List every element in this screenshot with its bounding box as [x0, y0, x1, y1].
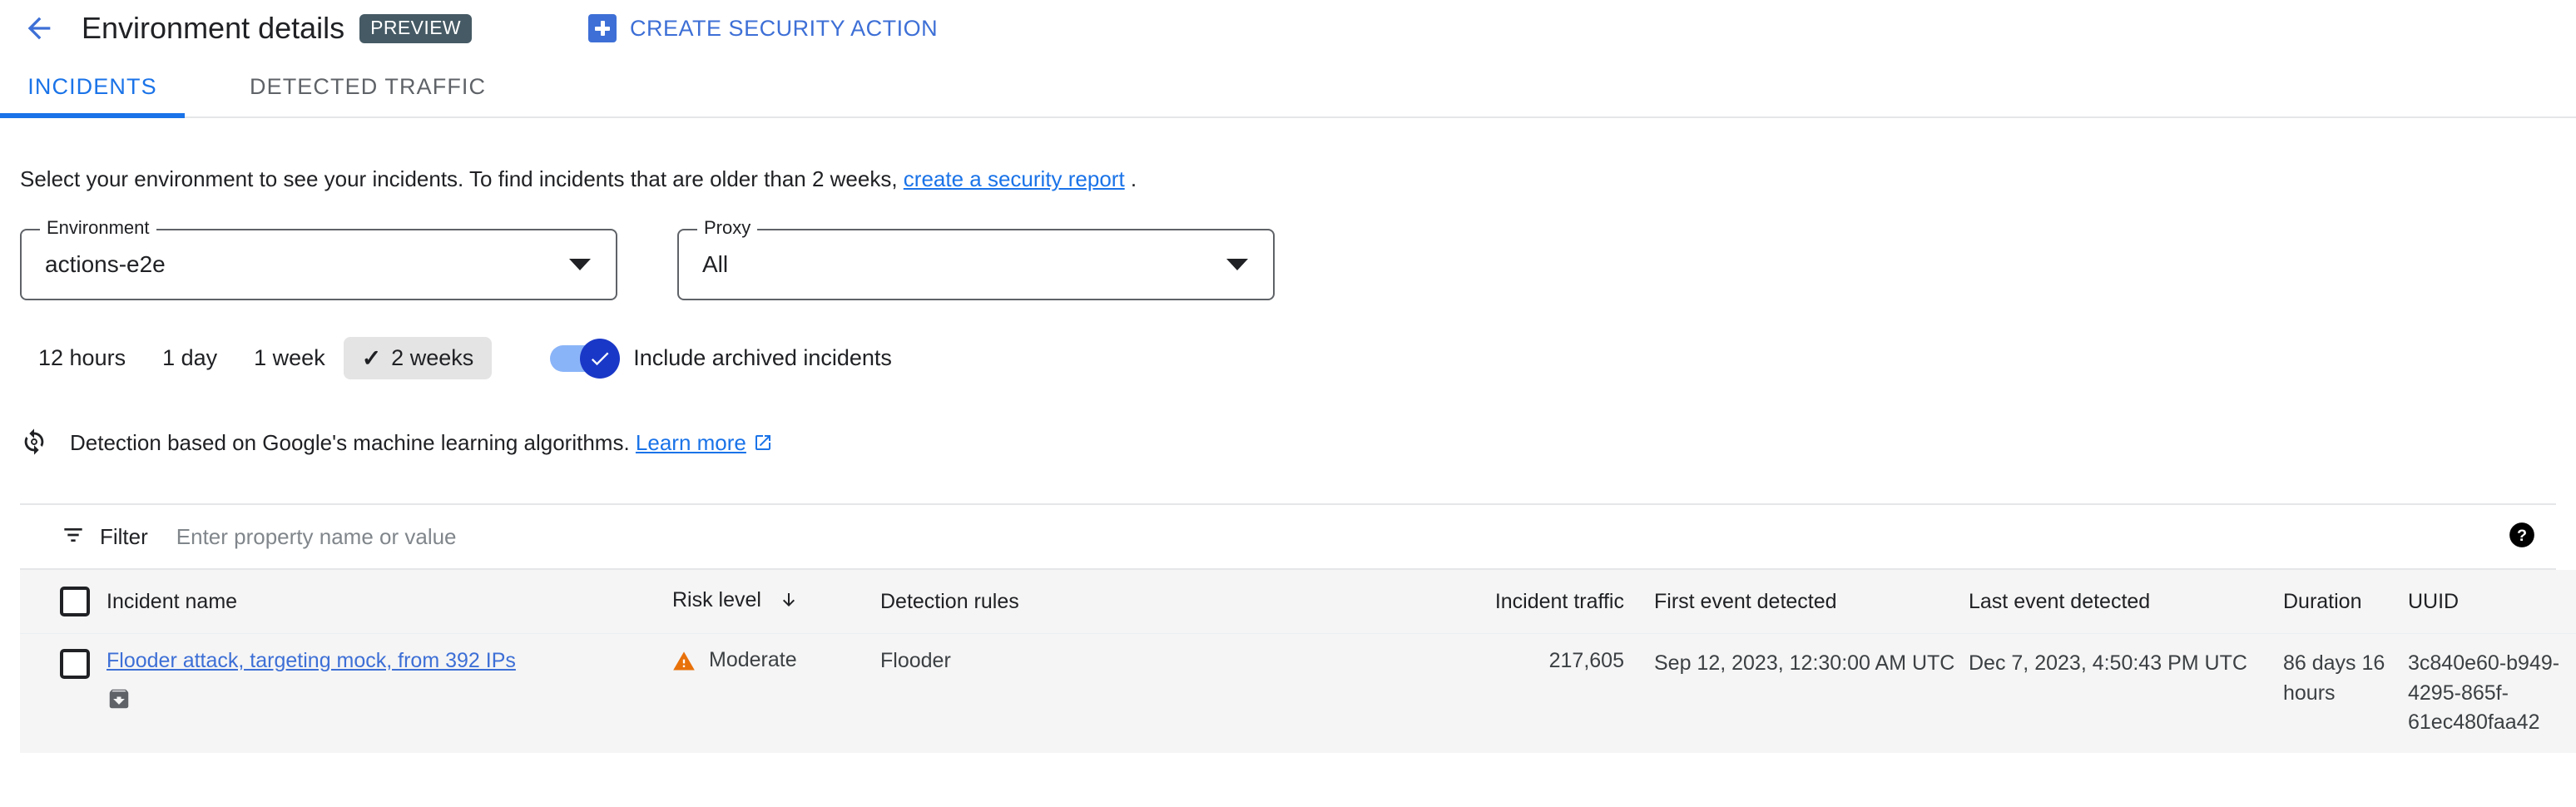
main-content: Select your environment to see your inci… — [0, 118, 2576, 753]
risk-level-label: Moderate — [709, 649, 797, 672]
incident-name-link[interactable]: Flooder attack, targeting mock, from 392… — [107, 649, 516, 673]
incidents-table-head: Incident name Risk level Detection rules… — [20, 570, 2576, 634]
range-chip-1-day-label: 1 day — [162, 345, 217, 371]
chevron-down-icon — [1226, 259, 1248, 270]
environment-select[interactable]: Environment actions-e2e — [20, 229, 617, 300]
proxy-select-label: Proxy — [697, 219, 757, 237]
create-security-report-link[interactable]: create a security report — [904, 166, 1125, 191]
filter-icon — [60, 522, 87, 552]
column-header-uuid[interactable]: UUID — [2408, 570, 2576, 634]
include-archived-toggle[interactable]: Include archived incidents — [550, 345, 892, 372]
tab-detected-traffic-label: DETECTED TRAFFIC — [250, 74, 486, 100]
page-title: Environment details — [82, 11, 344, 46]
incidents-table: Incident name Risk level Detection rules… — [20, 570, 2576, 753]
add-box-icon — [588, 14, 617, 42]
toggle-track — [550, 345, 613, 372]
incidents-table-body: Flooder attack, targeting mock, from 392… — [20, 634, 2576, 753]
column-header-risk-level-label: Risk level — [672, 588, 761, 611]
preview-badge: PREVIEW — [359, 14, 472, 43]
row-select-cell — [20, 634, 107, 753]
tab-incidents-label: INCIDENTS — [27, 74, 156, 100]
environment-select-label: Environment — [40, 219, 156, 237]
create-security-action-button[interactable]: CREATE SECURITY ACTION — [588, 14, 938, 42]
range-chip-1-week[interactable]: 1 week — [235, 337, 344, 379]
table-row[interactable]: Flooder attack, targeting mock, from 392… — [20, 634, 2576, 753]
cell-detection-rules: Flooder — [880, 634, 1413, 753]
create-security-action-label: CREATE SECURITY ACTION — [630, 16, 938, 42]
tab-bar: INCIDENTS DETECTED TRAFFIC — [0, 57, 2576, 118]
cell-duration: 86 days 16 hours — [2283, 634, 2408, 753]
environment-select-value: actions-e2e — [45, 251, 166, 278]
column-header-last-event-detected[interactable]: Last event detected — [1969, 570, 2283, 634]
cell-uuid: 3c840e60-b949-4295-865f-61ec480faa42 — [2408, 634, 2576, 753]
page-header: Environment details PREVIEW CREATE SECUR… — [0, 0, 2576, 57]
check-icon — [588, 347, 612, 370]
select-all-checkbox[interactable] — [60, 587, 90, 616]
warning-triangle-icon — [672, 650, 696, 679]
arrow-left-icon — [22, 12, 56, 45]
tab-detected-traffic[interactable]: DETECTED TRAFFIC — [225, 57, 511, 116]
range-chip-1-week-label: 1 week — [254, 345, 325, 371]
range-chip-1-day[interactable]: 1 day — [144, 337, 235, 379]
proxy-select-value: All — [702, 251, 728, 278]
back-button[interactable] — [15, 4, 63, 52]
include-archived-label: Include archived incidents — [633, 345, 892, 371]
filter-label: Filter — [100, 524, 148, 550]
ml-detection-text: Detection based on Google's machine lear… — [70, 430, 773, 458]
ml-detection-sentence: Detection based on Google's machine lear… — [70, 430, 630, 455]
cell-incident-name: Flooder attack, targeting mock, from 392… — [107, 634, 672, 753]
range-chip-12-hours-label: 12 hours — [38, 345, 126, 371]
svg-text:?: ? — [2517, 527, 2527, 545]
help-icon[interactable]: ? — [2508, 521, 2536, 553]
filter-input[interactable] — [176, 524, 2508, 550]
toggle-knob — [580, 339, 620, 379]
ml-detection-icon — [20, 428, 48, 460]
column-header-detection-rules[interactable]: Detection rules — [880, 570, 1413, 634]
range-chip-2-weeks-label: 2 weeks — [391, 345, 473, 371]
cell-risk-level: Moderate — [672, 634, 880, 753]
column-header-incident-name[interactable]: Incident name — [107, 570, 672, 634]
select-all-header — [20, 570, 107, 634]
table-header-row: Incident name Risk level Detection rules… — [20, 570, 2576, 634]
incidents-table-card: Filter ? Incident name Risk level — [20, 503, 2556, 753]
column-header-risk-level[interactable]: Risk level — [672, 570, 880, 634]
range-chip-12-hours[interactable]: 12 hours — [20, 337, 144, 379]
arrow-down-icon — [779, 590, 799, 616]
column-header-incident-traffic[interactable]: Incident traffic — [1413, 570, 1654, 634]
description-text: Select your environment to see your inci… — [20, 118, 2556, 192]
filters-row: Environment actions-e2e Proxy All — [20, 229, 2556, 300]
column-header-first-event-detected[interactable]: First event detected — [1654, 570, 1969, 634]
chevron-down-icon — [569, 259, 591, 270]
tab-incidents[interactable]: INCIDENTS — [0, 57, 185, 116]
description-before-link: Select your environment to see your inci… — [20, 166, 898, 191]
range-chip-2-weeks[interactable]: ✓ 2 weeks — [344, 337, 493, 379]
archive-icon[interactable] — [107, 686, 672, 717]
check-icon: ✓ — [362, 347, 381, 370]
cell-incident-traffic: 217,605 — [1413, 634, 1654, 753]
cell-first-event-detected: Sep 12, 2023, 12:30:00 AM UTC — [1654, 634, 1969, 753]
ml-detection-note: Detection based on Google's machine lear… — [20, 428, 2556, 460]
column-header-duration[interactable]: Duration — [2283, 570, 2408, 634]
time-range-row: 12 hours 1 day 1 week ✓ 2 weeks Include … — [20, 337, 2556, 379]
cell-last-event-detected: Dec 7, 2023, 4:50:43 PM UTC — [1969, 634, 2283, 753]
learn-more-link[interactable]: Learn more — [636, 430, 746, 455]
table-filter-bar: Filter ? — [20, 505, 2556, 570]
description-after-link: . — [1131, 166, 1137, 191]
row-checkbox[interactable] — [60, 649, 90, 679]
open-in-new-icon — [753, 433, 773, 458]
proxy-select[interactable]: Proxy All — [677, 229, 1275, 300]
